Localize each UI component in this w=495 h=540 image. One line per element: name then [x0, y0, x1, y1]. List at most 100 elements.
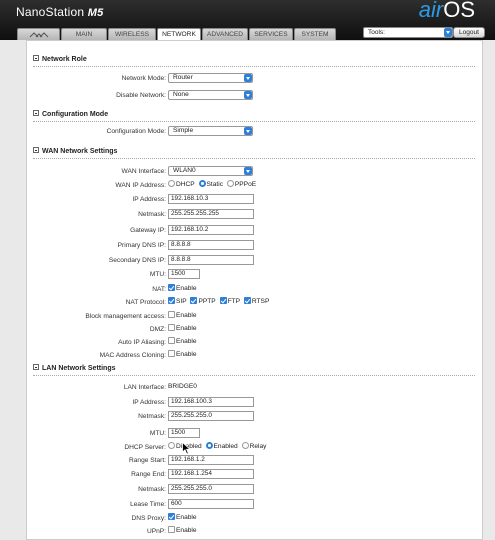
auto-ip-enable-label: Enable: [176, 338, 197, 345]
lan-ip-input[interactable]: 192.168.100.3: [168, 397, 254, 407]
dhcp-enabled-label: Enabled: [213, 443, 238, 450]
dhcp-netmask-input[interactable]: 255.255.255.0: [168, 484, 254, 494]
lease-time-input[interactable]: 600: [168, 499, 254, 509]
section-configuration-mode[interactable]: Configuration Mode: [33, 110, 109, 118]
section-title-text: Configuration Mode: [42, 111, 109, 118]
tab-network[interactable]: NETWORK: [157, 28, 201, 40]
section-lan[interactable]: LAN Network Settings: [33, 364, 116, 372]
tab-main[interactable]: MAIN: [61, 28, 107, 40]
mac-clone-control: Enable: [168, 349, 199, 360]
row-wan-ip: IP Address: 192.168.10.3: [27, 194, 484, 206]
nat-ftp-checkbox[interactable]: [219, 296, 227, 304]
chevron-down-icon: [244, 74, 252, 82]
wan-static-radio[interactable]: [198, 179, 206, 187]
dhcp-enabled-radio[interactable]: [205, 441, 213, 449]
block-mgmt-checkbox[interactable]: [168, 310, 175, 318]
dhcp-relay-radio[interactable]: [241, 441, 249, 449]
nat-checkbox[interactable]: [168, 283, 175, 291]
range-start-input[interactable]: 192.168.1.2: [168, 455, 254, 465]
block-mgmt-label: Block management access:: [85, 313, 166, 320]
section-divider: [33, 66, 475, 67]
auto-ip-label: Auto IP Aliasing:: [118, 339, 166, 346]
wan-netmask-label: Netmask:: [138, 211, 166, 218]
row-block-mgmt: Block management access: Enable: [27, 310, 484, 323]
section-divider: [33, 121, 475, 122]
tools-select[interactable]: Tools:: [363, 27, 453, 38]
configuration-mode-value: Simple: [173, 127, 194, 134]
disable-network-select[interactable]: None: [168, 90, 253, 100]
lan-mtu-input[interactable]: 1500: [168, 428, 200, 438]
dhcp-disabled-radio[interactable]: [168, 441, 175, 449]
dhcp-relay-label: Relay: [249, 443, 267, 450]
row-nat-protocol: NAT Protocol: SIP PPTP FTP RTSP: [27, 296, 484, 309]
tab-system[interactable]: SYSTEM: [294, 28, 336, 40]
logout-button[interactable]: Logout: [453, 27, 485, 38]
nat-rtsp-checkbox[interactable]: [243, 296, 251, 304]
nat-control: Enable: [168, 283, 199, 294]
wan-dns1-input[interactable]: 8.8.8.8: [168, 240, 254, 250]
wan-netmask-input[interactable]: 255.255.255.255: [168, 209, 254, 219]
network-mode-select[interactable]: Router: [168, 73, 253, 83]
nat-protocol-label: NAT Protocol:: [125, 299, 166, 306]
wan-ip-input[interactable]: 192.168.10.3: [168, 194, 254, 204]
wan-dns2-input[interactable]: 8.8.8.8: [168, 255, 254, 265]
chevron-down-icon: [244, 167, 252, 175]
tab-wireless[interactable]: WIRELESS: [108, 28, 156, 40]
wan-interface-select[interactable]: WLAN0: [168, 166, 253, 176]
lan-ip-label: IP Address:: [132, 399, 166, 406]
dmz-checkbox[interactable]: [168, 323, 175, 331]
collapse-icon[interactable]: [33, 110, 39, 117]
row-dmz: DMZ: Enable: [27, 323, 484, 336]
disable-network-label: Disable Network:: [116, 92, 166, 99]
chevron-down-icon: [444, 28, 452, 37]
row-auto-ip: Auto IP Aliasing: Enable: [27, 336, 484, 349]
ubnt-logo-icon: [29, 32, 48, 38]
row-disable-network: Disable Network: None: [27, 90, 484, 102]
tab-advanced[interactable]: ADVANCED: [202, 28, 248, 40]
configuration-mode-select[interactable]: Simple: [168, 126, 253, 136]
dns-proxy-enable-label: Enable: [176, 514, 197, 521]
device-brand: NanoStation M5: [16, 5, 103, 19]
collapse-icon[interactable]: [33, 364, 39, 371]
dmz-label: DMZ:: [149, 326, 166, 333]
upnp-label: UPnP:: [146, 528, 166, 535]
nat-rtsp-label: RTSP: [251, 298, 270, 305]
section-title-text: LAN Network Settings: [42, 365, 116, 372]
network-mode-value: Router: [173, 74, 193, 81]
lease-time-label: Lease Time:: [130, 501, 166, 508]
tab-ubnt-logo[interactable]: [17, 28, 60, 40]
logo-os: OS: [443, 0, 475, 22]
wan-ip-label: IP Address:: [132, 196, 166, 203]
top-header: NanoStation M5 airOS MAIN WIRELESS NETWO…: [0, 0, 495, 40]
tab-services[interactable]: SERVICES: [249, 28, 293, 40]
section-title-text: Network Role: [42, 56, 87, 63]
row-mac-clone: MAC Address Cloning: Enable: [27, 349, 484, 362]
wan-pppoe-radio[interactable]: [226, 179, 234, 187]
range-end-input[interactable]: 192.168.1.254: [168, 469, 254, 479]
wan-dhcp-radio[interactable]: [168, 179, 175, 187]
row-wan-dns1: Primary DNS IP: 8.8.8.8: [27, 240, 484, 252]
dmz-control: Enable: [168, 323, 199, 334]
wan-gateway-input[interactable]: 192.168.10.2: [168, 225, 254, 235]
disable-network-value: None: [173, 91, 189, 98]
row-configuration-mode: Configuration Mode: Simple: [27, 126, 484, 138]
row-nat: NAT: Enable: [27, 283, 484, 296]
row-wan-dns2: Secondary DNS IP: 8.8.8.8: [27, 255, 484, 267]
row-wan-netmask: Netmask: 255.255.255.255: [27, 209, 484, 221]
nat-pptp-checkbox[interactable]: [190, 296, 198, 304]
nat-pptp-label: PPTP: [198, 298, 216, 305]
nat-sip-checkbox[interactable]: [168, 296, 175, 304]
row-network-mode: Network Mode: Router: [27, 73, 484, 85]
section-network-role[interactable]: Network Role: [33, 55, 87, 63]
wan-mtu-input[interactable]: 1500: [168, 269, 200, 279]
collapse-icon[interactable]: [33, 55, 39, 62]
upnp-checkbox[interactable]: [168, 525, 175, 533]
collapse-icon[interactable]: [33, 147, 39, 154]
dns-proxy-checkbox[interactable]: [168, 512, 175, 520]
auto-ip-checkbox[interactable]: [168, 336, 175, 344]
row-wan-interface: WAN Interface: WLAN0: [27, 166, 484, 178]
mac-clone-label: MAC Address Cloning:: [99, 352, 166, 359]
section-wan[interactable]: WAN Network Settings: [33, 147, 117, 155]
lan-netmask-input[interactable]: 255.255.255.0: [168, 411, 254, 421]
mac-clone-checkbox[interactable]: [168, 349, 175, 357]
